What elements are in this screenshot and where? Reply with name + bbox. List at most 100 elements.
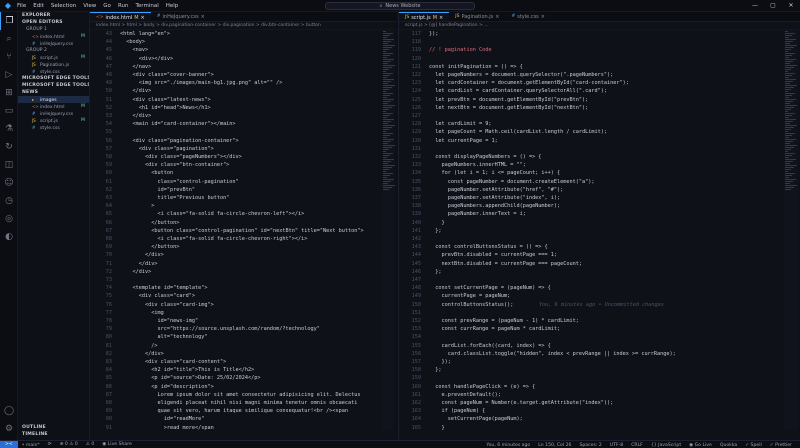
status-item[interactable]: ◉ Go Live [685,443,716,448]
status-item[interactable]: ◉ Live Share [98,442,136,448]
sidebar-section-header[interactable]: MICROSOFT EDGE TOOLS ... [18,82,89,89]
menu-item-help[interactable]: Help [166,3,179,9]
editor-tab[interactable]: JS Pagination.js × [449,12,505,21]
line-number: 86 [105,383,112,390]
code-line: }); [429,31,439,37]
explorer-icon[interactable]: ❐ [0,12,18,30]
copilot-icon[interactable]: ☺ [0,174,18,192]
sidebar-group-header[interactable]: GROUP 1 [18,26,89,33]
code-line: class="control-pagination" [120,178,239,185]
sidebar-panel-timeline[interactable]: TIMELINE [18,431,90,438]
minimap-line [785,99,796,100]
source-control-icon[interactable]: ⑂ [0,48,18,66]
code-line: let prevBtn = document.getElementById("p… [429,96,589,103]
line-number: 46 [105,55,112,62]
edge-tools-icon[interactable]: ◐ [0,228,18,246]
remote-explorer-icon[interactable]: ▭ [0,102,18,120]
close-tab-icon[interactable]: × [141,13,145,21]
minimap-line [383,137,387,138]
minimap-line [785,153,795,154]
minimap-line [383,95,390,96]
status-item[interactable]: ⊗ 0 ⚠ 0 [56,442,82,448]
file-item[interactable]: JS Pagination.js [18,61,89,68]
status-item[interactable]: ⟳ [44,442,56,448]
editor-tab[interactable]: JS script.js M × [399,12,450,21]
status-item[interactable]: ⚠ 0 [82,442,99,448]
sidebar-panel-outline[interactable]: OUTLINE [18,424,90,431]
minimize-button[interactable]: — [746,0,764,12]
menu-item-view[interactable]: View [83,3,96,9]
sidebar-group-header[interactable]: GROUP 2 [18,47,89,54]
search-icon[interactable]: ⌕ [0,30,18,48]
sidebar-section-header[interactable]: NEWS [18,89,89,96]
minimap[interactable] [784,30,798,430]
minimap-line [785,39,796,40]
status-item[interactable]: Ln 150, Col 26 [534,443,575,448]
minimap-line [383,145,395,146]
sidebar-section-header[interactable]: OPEN EDITORS [18,19,89,26]
file-icon: <> [32,104,39,109]
extensions-icon[interactable]: ⊞ [0,84,18,102]
code-line: currentPage = pageNum; [429,293,511,300]
status-item[interactable]: You, 6 minutes ago [482,443,534,448]
testing-icon[interactable]: ⚗ [0,120,18,138]
file-item[interactable]: # style.css [18,124,89,131]
file-item[interactable]: # style.css [18,68,89,75]
status-item[interactable]: ✓ Prettier [766,443,796,448]
editor-tab[interactable]: # style.css × [505,12,551,21]
code-line: controlButtonsStatus(); [429,301,514,308]
close-tab-icon[interactable]: × [439,13,443,21]
line-number: 84 [105,367,112,374]
code-line: <i class="fa-solid fa-circle-chevron-rig… [120,236,308,242]
code-line: nextBtn.disabled = currentPage === pageC… [429,260,583,267]
minimap[interactable] [382,30,395,430]
close-button[interactable]: ✕ [782,0,800,12]
status-item[interactable]: Quokka [716,443,741,448]
status-item[interactable]: ✓ Spell [741,443,766,448]
editor-tab[interactable]: <> index.html M × [90,12,151,21]
editor-tab[interactable]: # inHeJquery.css × [151,12,211,21]
folder-item[interactable]: ▸ images [18,96,89,103]
menu-item-run[interactable]: Run [118,3,129,9]
status-item[interactable]: CRLF [627,443,647,448]
minimap-line [785,175,792,176]
minimap-line [383,117,387,118]
command-center-search[interactable]: ⌕ News Website [325,2,475,10]
status-item[interactable]: Spaces: 2 [575,443,605,448]
status-item[interactable]: UTF-8 [606,443,627,448]
close-tab-icon[interactable]: × [541,12,545,21]
github-icon[interactable]: ◎ [0,210,18,228]
git-blame-annotation: You, 6 minutes ago • Uncommitted changes [539,301,664,308]
breadcrumb[interactable]: index.html > html > body > div.paginatio… [90,22,396,30]
sidebar-section-header[interactable]: MICROSOFT EDGE TOOLS [18,75,89,82]
minimap-line [785,189,791,190]
file-item[interactable]: JS script.js M [18,54,89,61]
file-item[interactable]: <>index.html M [18,103,89,110]
run-debug-icon[interactable]: ▷ [0,66,18,84]
minimap-line [383,155,390,156]
status-item[interactable]: ⑂ main* [18,442,44,448]
breadcrumb[interactable]: script.js > [@] handlePagination > ... [399,22,800,30]
close-tab-icon[interactable]: × [201,12,205,21]
menu-item-file[interactable]: File [17,3,26,9]
live-share-icon[interactable]: ↻ [0,138,18,156]
line-number: 90 [105,416,112,423]
status-item[interactable]: {} JavaScript [647,443,685,448]
menu-item-terminal[interactable]: Terminal [135,3,158,9]
file-item[interactable]: JS script.js M [18,117,89,124]
close-tab-icon[interactable]: × [495,12,499,21]
menu-item-selection[interactable]: Selection [51,3,76,9]
docker-icon[interactable]: ◫ [0,156,18,174]
file-item[interactable]: <>index.html M [18,33,89,40]
file-item[interactable]: # inHeJquery.css [18,110,89,117]
account-icon[interactable]: ◯ [0,402,18,420]
minimap-line [785,75,792,76]
remote-indicator[interactable]: >< [0,440,18,448]
menu-item-edit[interactable]: Edit [33,3,44,9]
maximize-button[interactable]: ▢ [764,0,782,12]
file-item[interactable]: # inHeJquery.css [18,40,89,47]
timeline-icon[interactable]: ◷ [0,192,18,210]
menu-item-go[interactable]: Go [103,3,111,9]
minimap-line [785,145,797,146]
manage-gear-icon[interactable]: ⚙ [0,420,18,438]
